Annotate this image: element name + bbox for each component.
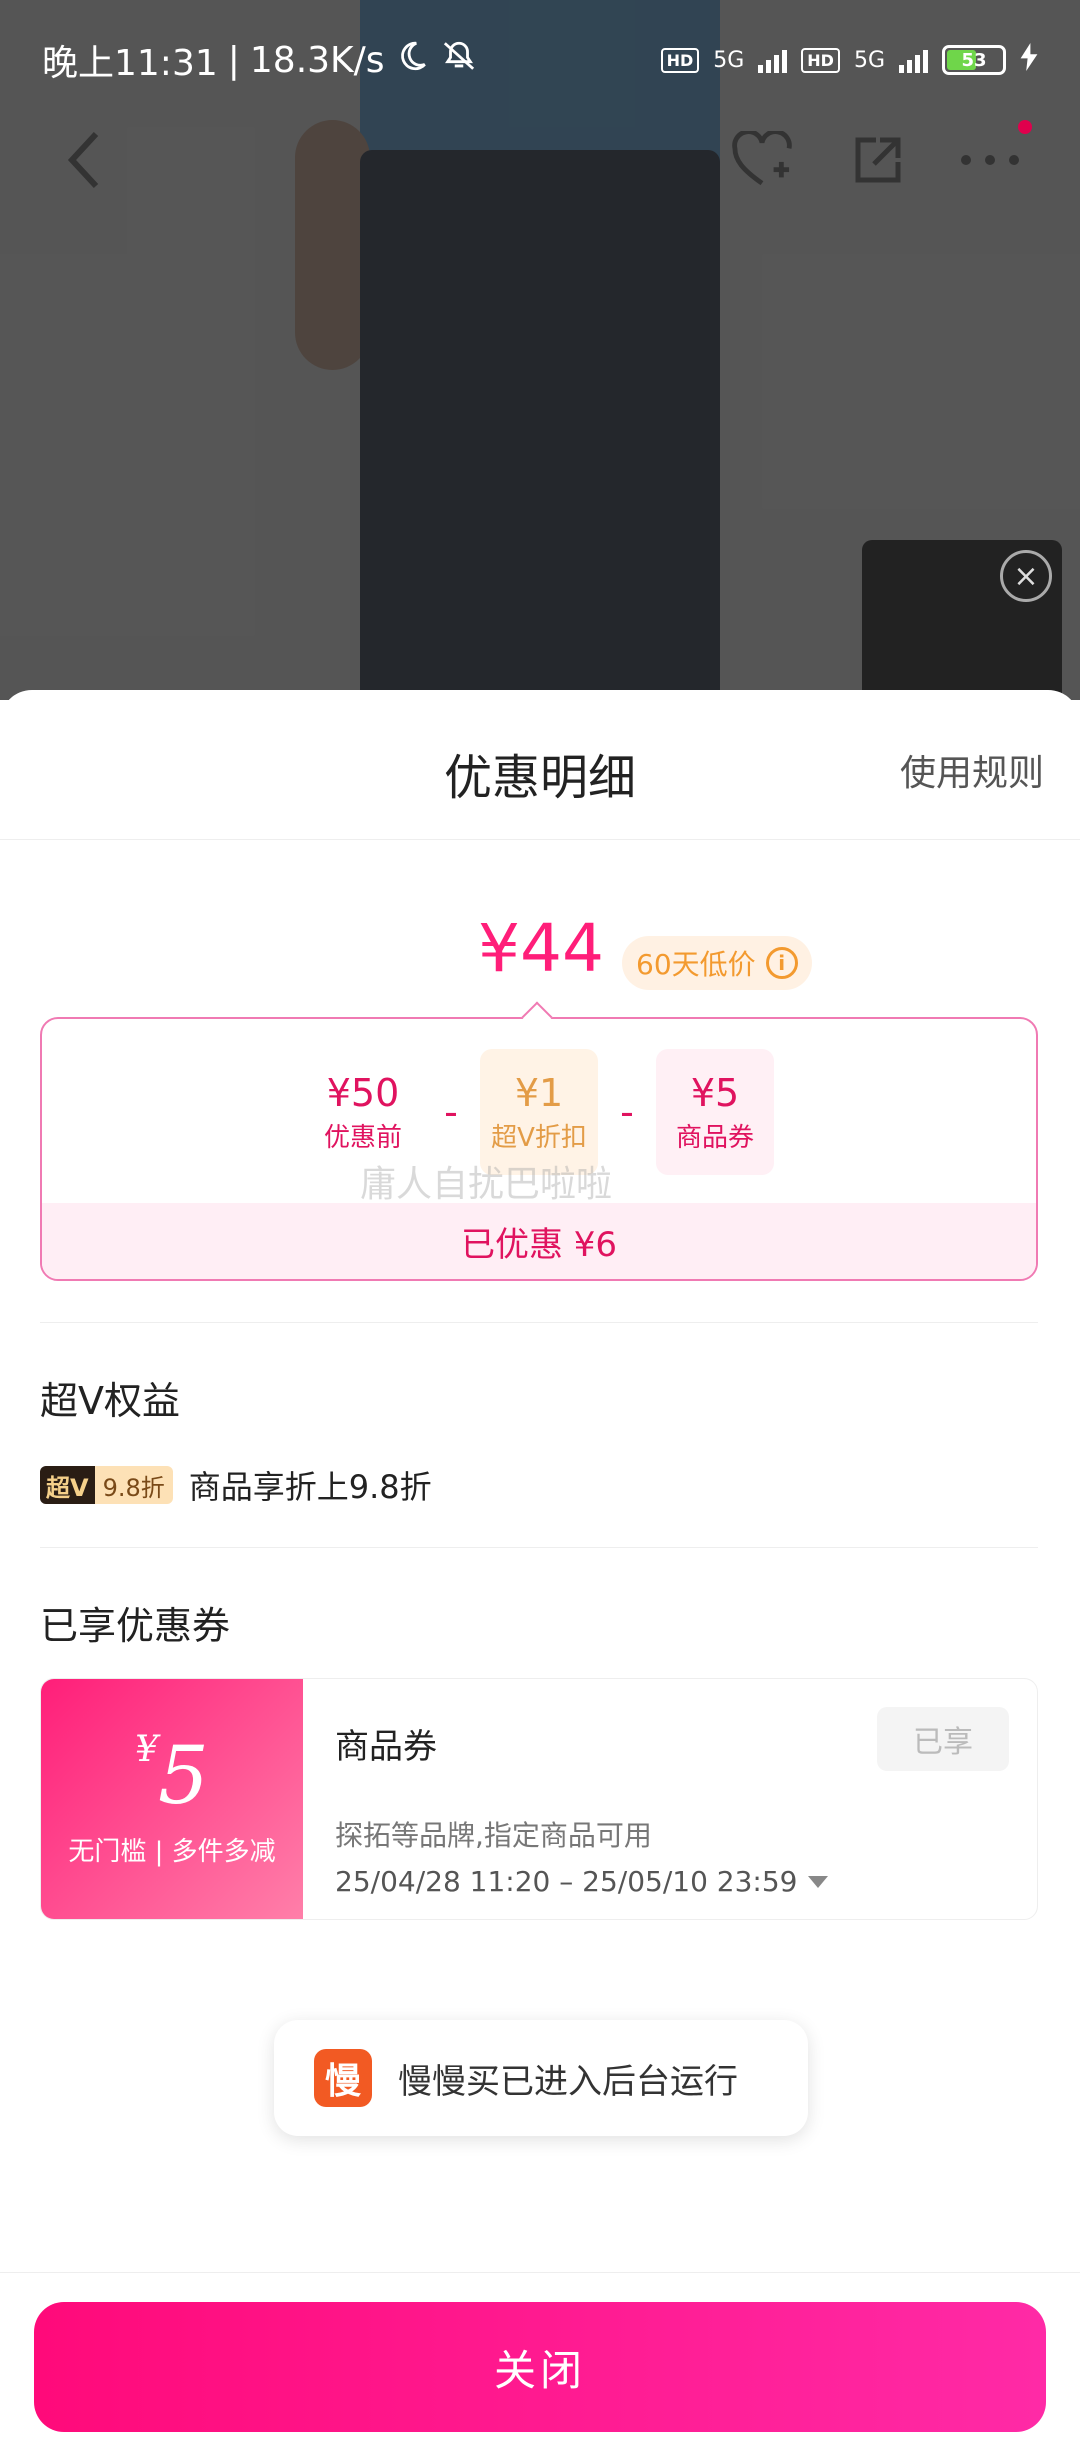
svip-badge-label: 超V: [40, 1466, 95, 1504]
coupon-currency: ¥: [135, 1729, 158, 1770]
minus-operator: -: [444, 1090, 458, 1134]
svip-benefit-text: 商品享折上9.8折: [188, 1468, 432, 1506]
calc-label: 优惠前: [323, 1122, 402, 1153]
svip-badge: 超V 9.8折: [40, 1466, 173, 1504]
price-row: ¥44 60天低价 i: [0, 910, 1080, 1000]
coupon-amount-value: 5: [158, 1729, 209, 1822]
battery-icon: 53: [942, 45, 1006, 75]
usage-rules-link[interactable]: 使用规则: [900, 744, 1044, 796]
calc-coupon: ¥5 商品券: [656, 1049, 774, 1175]
notification-dot: [1018, 120, 1032, 134]
svip-badge-discount: 9.8折: [94, 1466, 173, 1504]
info-icon[interactable]: i: [765, 947, 798, 979]
network-label: 5G: [713, 47, 745, 73]
charging-icon: [1020, 43, 1038, 77]
coupon-amount: ¥5: [41, 1729, 303, 1822]
low-price-badge[interactable]: 60天低价 i: [622, 936, 812, 990]
mute-icon: [439, 39, 479, 82]
heart-plus-icon[interactable]: [730, 128, 794, 192]
coupon-section-title: 已享优惠券: [40, 1604, 231, 1648]
svip-benefit-row: 超V 9.8折 商品享折上9.8折: [40, 1465, 432, 1506]
minus-operator: -: [620, 1090, 634, 1134]
sheet-header: 优惠明细 使用规则: [0, 690, 1080, 840]
battery-level: 53: [961, 49, 987, 71]
chevron-down-icon[interactable]: [807, 1875, 828, 1888]
status-time: 晚上11:31: [42, 43, 218, 84]
status-bar: 晚上11:31 | 18.3K/s HD 5G HD 5G 53: [0, 0, 1080, 120]
close-button[interactable]: 关闭: [34, 2302, 1046, 2432]
coupon-status-badge: 已享: [877, 1707, 1009, 1771]
network-label-2: 5G: [853, 47, 885, 73]
calc-label: 超V折扣: [491, 1122, 587, 1153]
status-separator: |: [227, 39, 240, 81]
app-logo-icon: 慢: [314, 2049, 372, 2107]
final-price: ¥44: [478, 910, 604, 987]
status-speed: 18.3K/s: [249, 39, 385, 81]
svip-section-title: 超V权益: [40, 1379, 180, 1423]
calc-label: 商品券: [675, 1122, 754, 1153]
coupon-name: 商品券: [335, 1727, 437, 1767]
back-arrow-icon[interactable]: [52, 128, 116, 192]
coupon-card[interactable]: ¥5 无门槛 | 多件多减 商品券 已享 探拓等品牌,指定商品可用 25/04/…: [40, 1678, 1038, 1920]
signal-icon-2: [899, 47, 928, 73]
watermark: 庸人自扰巴啦啦: [360, 1164, 613, 1205]
hd-icon-2: HD: [801, 47, 840, 73]
coupon-validity-text: 25/04/28 11:20 – 25/05/10 23:59: [335, 1865, 798, 1898]
moon-icon: [395, 39, 429, 82]
divider: [40, 1547, 1038, 1548]
divider: [0, 2272, 1080, 2273]
discount-calculation: ¥50 优惠前 - ¥1 超V折扣 - ¥5 商品券 已优惠 ¥6: [40, 1017, 1038, 1281]
share-icon[interactable]: [846, 128, 910, 192]
close-icon[interactable]: ×: [1000, 550, 1052, 602]
calc-value: ¥1: [514, 1070, 564, 1115]
low-price-label: 60天低价: [636, 948, 756, 981]
toast-message: 慢慢买已进入后台运行: [398, 2061, 738, 2102]
coupon-validity[interactable]: 25/04/28 11:20 – 25/05/10 23:59: [335, 1865, 828, 1898]
coupon-perforation: [295, 1679, 311, 1919]
product-thumbnail[interactable]: ×: [862, 540, 1062, 710]
coupon-amount-panel: ¥5 无门槛 | 多件多减: [41, 1679, 303, 1919]
top-nav: [0, 120, 1080, 200]
divider: [40, 1322, 1038, 1323]
hd-icon: HD: [660, 47, 700, 73]
coupon-condition: 无门槛 | 多件多减: [68, 1837, 276, 1867]
calc-value: ¥5: [690, 1070, 740, 1115]
background-toast: 慢 慢慢买已进入后台运行: [274, 2020, 808, 2136]
calc-value: ¥50: [326, 1070, 400, 1115]
more-icon[interactable]: [958, 128, 1022, 192]
total-saved: 已优惠 ¥6: [42, 1203, 1036, 1279]
discount-detail-sheet: 优惠明细 使用规则 ¥44 60天低价 i ¥50 优惠前 - ¥1 超V折扣 …: [0, 690, 1080, 2460]
signal-icon: [758, 47, 788, 73]
coupon-description: 探拓等品牌,指定商品可用: [335, 1819, 652, 1852]
